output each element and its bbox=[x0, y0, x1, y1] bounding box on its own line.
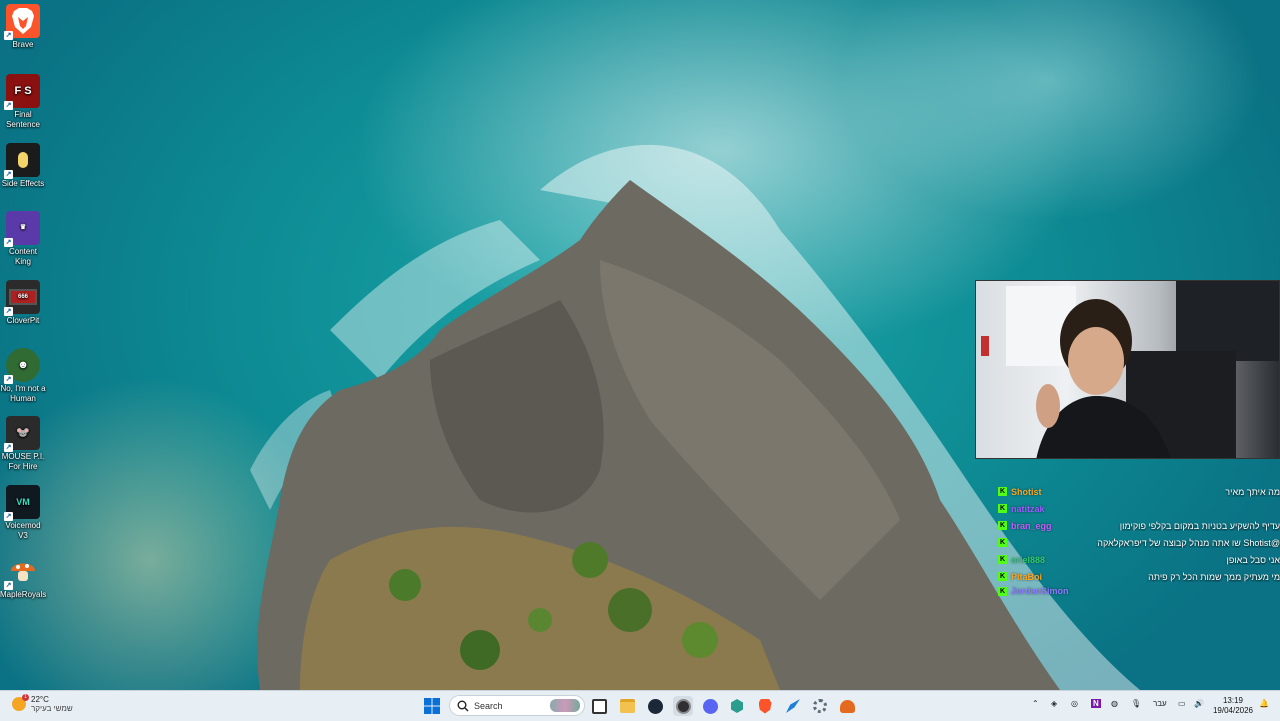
desktop-icon-label: CloverPit bbox=[7, 316, 39, 325]
chat-username: PitaBoi bbox=[1011, 572, 1042, 582]
chat-username: natitzak bbox=[1011, 504, 1045, 514]
desktop-icon-no-im-not-a-human[interactable]: ☻↗ No, I'm not a Human bbox=[0, 344, 46, 404]
volume-icon[interactable]: 🔊 bbox=[1194, 699, 1204, 708]
kick-badge-icon: K bbox=[998, 555, 1007, 564]
chat-message: K JordanSimon bbox=[998, 585, 1280, 597]
weather-temperature: 22°C bbox=[31, 695, 73, 704]
microphone-icon[interactable]: 🎙 bbox=[1131, 699, 1141, 708]
mushroom-icon: ↗ bbox=[6, 554, 40, 588]
desktop-icon-label: Side Effects bbox=[2, 179, 45, 188]
clock-time: 13:19 bbox=[1210, 696, 1256, 706]
content-king-icon: ♛↗ bbox=[6, 211, 40, 245]
taskbar: 1 22°C שמשי בעיקר Search bbox=[0, 690, 1280, 721]
weather-description: שמשי בעיקר bbox=[31, 704, 73, 713]
no-im-not-a-human-icon: ☻↗ bbox=[6, 348, 40, 382]
sun-icon: 1 bbox=[12, 697, 26, 711]
cloverpit-icon: 666↗ bbox=[6, 280, 40, 314]
steam-icon bbox=[648, 699, 663, 714]
tray-app-icon[interactable]: ◍ bbox=[1111, 699, 1118, 708]
webcam-feed bbox=[976, 281, 1280, 459]
chat-text: מי מעתיק ממך שמות הכל רק פיתה bbox=[1048, 572, 1280, 582]
search-icon bbox=[457, 700, 469, 712]
chat-message: K PitaBoi מי מעתיק ממך שמות הכל רק פיתה bbox=[998, 568, 1280, 585]
desktop-icon-label: Final Sentence bbox=[6, 110, 40, 129]
weather-widget[interactable]: 1 22°C שמשי בעיקר bbox=[12, 695, 73, 713]
desktop-icon-label: MOUSE P.I. For Hire bbox=[2, 452, 45, 471]
feather-app-button[interactable] bbox=[783, 696, 803, 716]
chat-text: מה איתך מאיר bbox=[1048, 487, 1280, 497]
search-label: Search bbox=[474, 701, 503, 711]
desktop-icon-label: No, I'm not a Human bbox=[0, 384, 45, 403]
chat-message: K natitzak bbox=[998, 500, 1280, 517]
network-icon[interactable]: ▭ bbox=[1178, 699, 1186, 708]
file-explorer-button[interactable] bbox=[617, 696, 637, 716]
desktop-icon-mapleroyals[interactable]: ↗ MapleRoyals bbox=[0, 550, 46, 600]
kick-badge-icon: K bbox=[998, 538, 1007, 547]
desktop-icon-label: Brave bbox=[13, 40, 34, 49]
settings-icon bbox=[813, 699, 827, 713]
chat-text: אני סבל באופן bbox=[1051, 555, 1280, 565]
maple-button[interactable] bbox=[837, 696, 857, 716]
feather-icon bbox=[786, 699, 800, 713]
chevron-up-icon[interactable]: ⌃ bbox=[1032, 699, 1039, 708]
notification-bell-icon[interactable]: 🔔 bbox=[1259, 699, 1269, 708]
voicemod-icon: VM↗ bbox=[6, 485, 40, 519]
chat-username: JordanSimon bbox=[1011, 586, 1069, 596]
desktop-icon-voicemod[interactable]: VM↗ Voicemod V3 bbox=[0, 481, 46, 541]
language-indicator[interactable]: עבר bbox=[1153, 699, 1167, 708]
brave-icon bbox=[759, 699, 772, 714]
kick-badge-icon: K bbox=[998, 521, 1007, 530]
kick-badge-icon: K bbox=[998, 504, 1007, 513]
desktop-icon-label: Voicemod V3 bbox=[5, 521, 40, 540]
steam-button[interactable] bbox=[645, 696, 665, 716]
desktop-icon-cloverpit[interactable]: 666↗ CloverPit bbox=[0, 276, 46, 326]
desktop-icon-side-effects[interactable]: ↗ Side Effects bbox=[0, 139, 46, 189]
tray-app-icon[interactable]: ◎ bbox=[1071, 699, 1078, 708]
desktop-icon-brave[interactable]: ↗ Brave bbox=[0, 0, 46, 50]
obs-button[interactable] bbox=[673, 696, 693, 716]
side-effects-icon: ↗ bbox=[6, 143, 40, 177]
desktop-icon-content-king[interactable]: ♛↗ Content King bbox=[0, 207, 46, 267]
kick-badge-icon: K bbox=[998, 487, 1007, 496]
desktop-icon-final-sentence[interactable]: F S↗ Final Sentence bbox=[0, 70, 46, 130]
webcam-overlay bbox=[975, 280, 1280, 459]
chat-text: עדיף להשקיע בטניות במקום בקלפי פוקימון bbox=[1058, 521, 1280, 531]
search-highlight-icon bbox=[550, 699, 580, 712]
desktop-icon-label: MapleRoyals bbox=[0, 590, 46, 599]
chat-text: @Shotist שו אתה מנהל קבוצה של דיפראקלאקה bbox=[1017, 538, 1280, 548]
kick-icon bbox=[731, 699, 743, 713]
chat-message: K @Shotist שו אתה מנהל קבוצה של דיפראקלא… bbox=[998, 534, 1280, 551]
file-explorer-icon bbox=[620, 699, 635, 713]
chat-message: K Shotist מה איתך מאיר bbox=[998, 483, 1280, 500]
kick-badge-icon: K bbox=[998, 587, 1007, 596]
chat-message: K oriel888 אני סבל באופן bbox=[998, 551, 1280, 568]
chat-message: K bran_egg עדיף להשקיע בטניות במקום בקלפ… bbox=[998, 517, 1280, 534]
discord-icon bbox=[703, 699, 718, 714]
onenote-icon[interactable]: N bbox=[1091, 699, 1101, 708]
chat-username: oriel888 bbox=[1011, 555, 1045, 565]
task-view-button[interactable] bbox=[589, 696, 609, 716]
brave-button[interactable] bbox=[755, 696, 775, 716]
chat-username: Shotist bbox=[1011, 487, 1042, 497]
kick-badge-icon: K bbox=[998, 572, 1007, 581]
desktop-icon-mouse-pi[interactable]: 🐭↗ MOUSE P.I. For Hire bbox=[0, 412, 46, 472]
taskbar-clock[interactable]: 13:19 19/04/2026 bbox=[1210, 696, 1256, 716]
discord-button[interactable] bbox=[700, 696, 720, 716]
desktop-icon-label: Content King bbox=[9, 247, 37, 266]
clock-date: 19/04/2026 bbox=[1210, 706, 1256, 716]
brave-lion-icon: ↗ bbox=[6, 4, 40, 38]
kick-button[interactable] bbox=[727, 696, 747, 716]
final-sentence-icon: F S↗ bbox=[6, 74, 40, 108]
obs-icon bbox=[676, 699, 691, 714]
tray-app-icon[interactable]: ◈ bbox=[1051, 699, 1057, 708]
start-button[interactable] bbox=[422, 696, 442, 716]
mouse-pi-icon: 🐭↗ bbox=[6, 416, 40, 450]
taskbar-search-box[interactable]: Search bbox=[449, 695, 585, 716]
maple-icon bbox=[840, 700, 855, 713]
chat-username: bran_egg bbox=[1011, 521, 1052, 531]
windows-start-icon bbox=[424, 698, 440, 714]
stream-chat-overlay: K Shotist מה איתך מאיר K natitzak K bran… bbox=[998, 483, 1280, 597]
task-view-icon bbox=[592, 699, 607, 714]
settings-button[interactable] bbox=[810, 696, 830, 716]
